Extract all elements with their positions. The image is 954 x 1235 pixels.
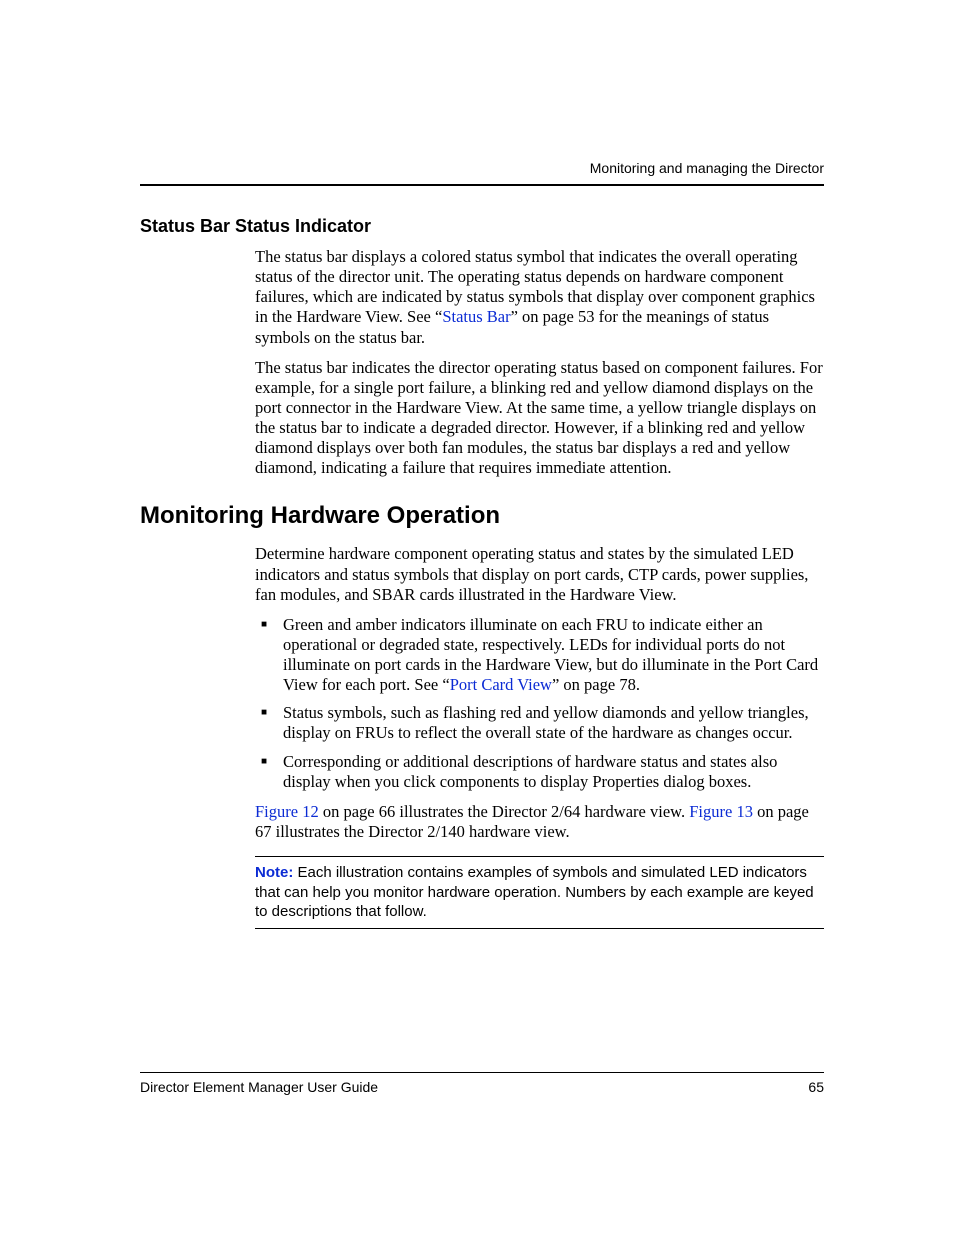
section1-p1: The status bar displays a colored status… xyxy=(255,247,824,348)
page-footer: Director Element Manager User Guide 65 xyxy=(140,1072,824,1095)
figure-reference-para: Figure 12 on page 66 illustrates the Dir… xyxy=(255,802,824,842)
heading-status-bar-indicator: Status Bar Status Indicator xyxy=(140,216,824,237)
page: Monitoring and managing the Director Sta… xyxy=(0,0,954,1235)
list-item: Green and amber indicators illuminate on… xyxy=(255,615,824,696)
header-rule xyxy=(140,184,824,186)
bullet-text: Corresponding or additional descriptions… xyxy=(283,752,777,791)
section2-bullets: Green and amber indicators illuminate on… xyxy=(255,615,824,792)
running-header: Monitoring and managing the Director xyxy=(140,160,824,176)
bullet-text-post: ” on page 78. xyxy=(552,675,640,694)
link-figure-12[interactable]: Figure 12 xyxy=(255,802,319,821)
page-number: 65 xyxy=(808,1079,824,1095)
bullet-text: Status symbols, such as flashing red and… xyxy=(283,703,809,742)
section2-body: Determine hardware component operating s… xyxy=(255,544,824,928)
fig-mid: on page 66 illustrates the Director 2/64… xyxy=(319,802,690,821)
link-port-card-view[interactable]: Port Card View xyxy=(450,675,552,694)
section1-body: The status bar displays a colored status… xyxy=(255,247,824,478)
section2-intro: Determine hardware component operating s… xyxy=(255,544,824,604)
link-figure-13[interactable]: Figure 13 xyxy=(689,802,753,821)
note-rule-bottom xyxy=(255,928,824,929)
note-body: Each illustration contains examples of s… xyxy=(255,864,814,920)
link-status-bar[interactable]: Status Bar xyxy=(442,307,510,326)
note-rule-top xyxy=(255,856,824,857)
note-label: Note: xyxy=(255,864,293,881)
list-item: Status symbols, such as flashing red and… xyxy=(255,703,824,743)
note-block: Note: Each illustration contains example… xyxy=(255,863,824,922)
section1-p2: The status bar indicates the director op… xyxy=(255,358,824,479)
heading-monitoring-hardware: Monitoring Hardware Operation xyxy=(140,502,824,530)
list-item: Corresponding or additional descriptions… xyxy=(255,752,824,792)
footer-rule xyxy=(140,1072,824,1073)
footer-title: Director Element Manager User Guide xyxy=(140,1079,378,1095)
